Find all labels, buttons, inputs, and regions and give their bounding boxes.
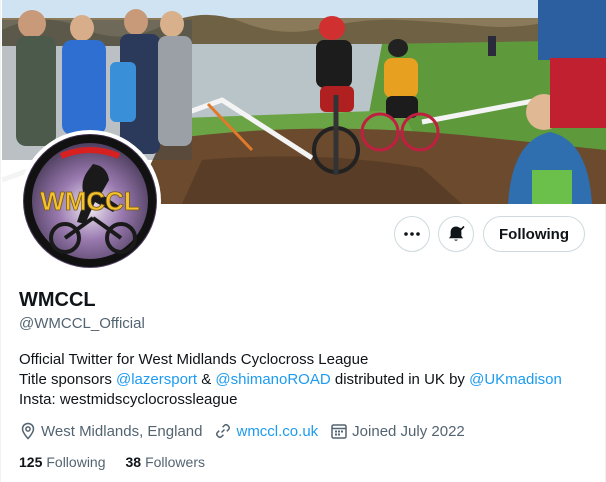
link-icon	[216, 423, 231, 439]
display-name: WMCCL	[19, 289, 96, 311]
location-text: West Midlands, England	[41, 422, 203, 440]
bell-icon	[449, 225, 465, 241]
avatar-text: WMCCL	[40, 186, 140, 216]
more-icon	[404, 232, 420, 236]
location-pin-icon	[21, 422, 35, 440]
followers-label: Followers	[145, 454, 205, 470]
follow-stats: 125 Following 38 Followers	[19, 454, 225, 470]
mention-lazersport[interactable]: @lazersport	[116, 371, 197, 388]
following-button[interactable]: Following	[483, 216, 585, 252]
profile-meta: West Midlands, England wmccl.co.uk Joine…	[19, 421, 477, 441]
calendar-icon	[331, 424, 347, 439]
bio-text: Title sponsors	[19, 371, 116, 388]
website-item[interactable]: wmccl.co.uk	[214, 422, 318, 440]
joined-item: Joined July 2022	[330, 422, 465, 440]
profile-avatar[interactable]: WMCCL	[19, 130, 161, 272]
bio-line-3: Insta: westmidscyclocrossleague	[19, 391, 238, 408]
avatar-image: WMCCL	[23, 134, 157, 268]
notifications-button[interactable]	[438, 216, 474, 252]
following-count: 125	[19, 454, 43, 470]
location-item: West Midlands, England	[19, 422, 202, 440]
user-handle: @WMCCL_Official	[19, 315, 145, 332]
more-button[interactable]	[394, 216, 430, 252]
following-label: Following	[46, 454, 106, 470]
bio-text: &	[197, 371, 216, 388]
website-link[interactable]: wmccl.co.uk	[236, 423, 318, 440]
following-stat-link[interactable]: 125 Following	[19, 454, 106, 470]
profile-bio: Official Twitter for West Midlands Cyclo…	[19, 350, 589, 410]
mention-ukmadison[interactable]: @UKmadison	[469, 371, 562, 388]
bio-line-1: Official Twitter for West Midlands Cyclo…	[19, 351, 369, 368]
followers-stat-link[interactable]: 38 Followers	[126, 454, 205, 470]
bio-line-2: Title sponsors @lazersport & @shimanoROA…	[19, 370, 589, 390]
bio-text: distributed in UK by	[330, 371, 470, 388]
followers-count: 38	[125, 454, 142, 470]
mention-shimanoroad[interactable]: @shimanoROAD	[215, 371, 330, 388]
profile-page: WMCCL Following WMCCL @WMCCL_Official Of…	[0, 0, 606, 482]
joined-text: Joined July 2022	[352, 422, 465, 440]
